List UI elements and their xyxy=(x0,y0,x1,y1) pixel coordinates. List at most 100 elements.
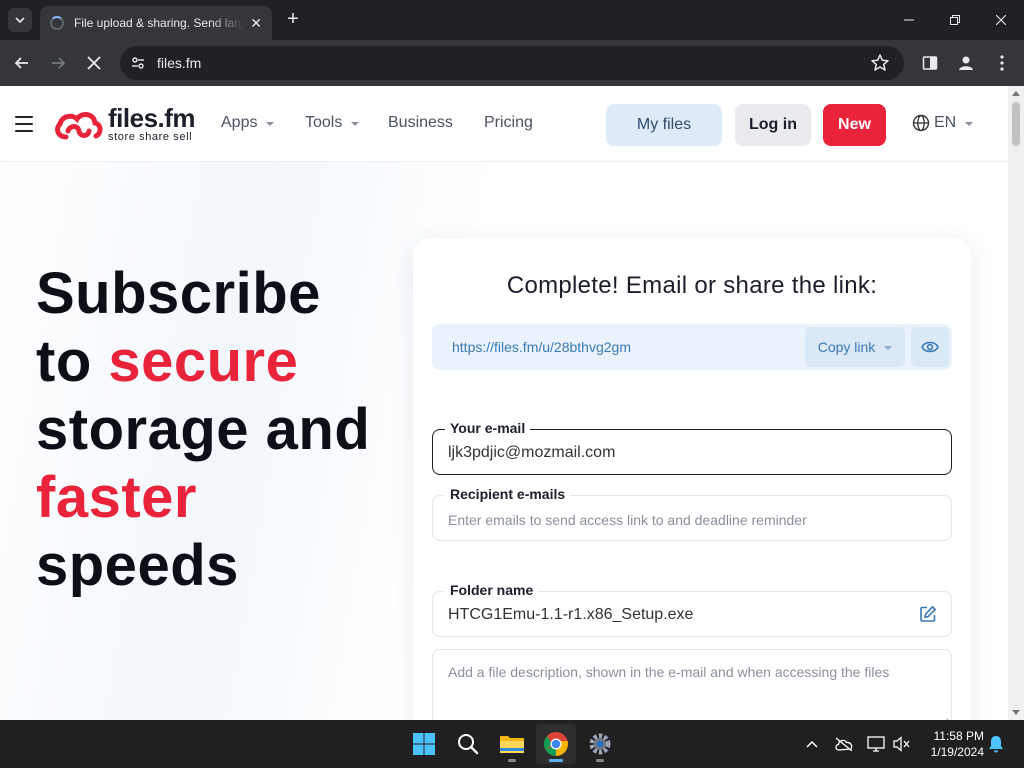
arrow-right-icon xyxy=(52,57,66,69)
hamburger-menu-icon[interactable] xyxy=(15,116,33,132)
hero-accent-secure: secure xyxy=(108,329,299,394)
chrome-taskbar-button[interactable] xyxy=(536,724,576,764)
onedrive-button[interactable] xyxy=(834,734,854,754)
new-upload-button[interactable]: New xyxy=(823,104,886,146)
address-bar[interactable]: files.fm xyxy=(120,46,904,80)
eye-icon xyxy=(921,341,939,353)
close-window-button[interactable] xyxy=(978,0,1024,40)
share-card: Complete! Email or share the link: https… xyxy=(413,238,971,720)
stop-loading-button[interactable] xyxy=(80,49,108,77)
clock-date: 1/19/2024 xyxy=(930,745,984,759)
restore-icon xyxy=(950,15,960,25)
nav-pricing[interactable]: Pricing xyxy=(484,114,533,132)
new-tab-button[interactable]: + xyxy=(282,8,304,32)
bell-icon xyxy=(989,736,1003,753)
start-button[interactable] xyxy=(404,724,444,764)
nav-apps-label: Apps xyxy=(221,114,258,131)
speaker-muted-icon xyxy=(893,736,910,752)
hero-accent-faster: faster xyxy=(36,465,197,530)
hero-line-3: storage and xyxy=(36,397,371,462)
side-panel-icon xyxy=(922,56,938,70)
network-button[interactable] xyxy=(866,734,886,754)
running-indicator xyxy=(508,759,516,762)
recipient-emails-label: Recipient e-mails xyxy=(445,486,571,502)
browser-tab[interactable]: File upload & sharing. Send large files … xyxy=(40,6,272,40)
hero-heading: Subscribe to secure storage and faster s… xyxy=(36,260,370,600)
nav-business[interactable]: Business xyxy=(388,114,453,132)
search-icon xyxy=(458,734,479,755)
clock-time: 11:58 PM xyxy=(933,729,984,743)
browser-tab-bar: File upload & sharing. Send large files … xyxy=(0,0,1024,40)
login-button[interactable]: Log in xyxy=(735,104,811,146)
page-scrollbar[interactable] xyxy=(1008,86,1024,720)
cloud-offline-icon xyxy=(835,737,853,751)
browser-toolbar: files.fm xyxy=(0,40,1024,86)
copy-link-label: Copy link xyxy=(817,339,876,355)
gear-icon xyxy=(589,733,611,755)
language-selector[interactable]: EN xyxy=(912,114,974,132)
network-icon xyxy=(867,736,885,752)
restore-button[interactable] xyxy=(932,0,978,40)
file-description-textarea[interactable]: Add a file description, shown in the e-m… xyxy=(432,649,952,720)
hero-line-1: Subscribe xyxy=(36,261,321,326)
taskbar-clock[interactable]: 11:58 PM 1/19/2024 xyxy=(922,728,984,760)
my-files-button[interactable]: My files xyxy=(606,104,722,146)
nav-tools-label: Tools xyxy=(305,114,343,131)
chevron-up-icon xyxy=(806,740,818,748)
caret-down-icon xyxy=(884,346,893,350)
profile-icon xyxy=(959,56,973,70)
nav-apps[interactable]: Apps xyxy=(221,114,275,132)
globe-icon xyxy=(912,114,930,132)
edit-icon[interactable] xyxy=(919,605,937,623)
hero-line-2: to secure xyxy=(36,328,370,396)
your-email-value: ljk3pdjic@mozmail.com xyxy=(448,444,616,461)
tab-title: File upload & sharing. Send large files xyxy=(74,16,244,30)
minimize-button[interactable] xyxy=(886,0,932,40)
file-description-placeholder: Add a file description, shown in the e-m… xyxy=(448,664,890,680)
site-header: files.fm store share sell Apps Tools Bus… xyxy=(0,86,1008,162)
nav-tools[interactable]: Tools xyxy=(305,114,360,132)
caret-down-icon xyxy=(266,122,275,126)
hero-line-2-prefix: to xyxy=(36,329,109,394)
settings-button[interactable] xyxy=(580,724,620,764)
back-button[interactable] xyxy=(8,49,36,77)
file-explorer-button[interactable] xyxy=(492,724,532,764)
folder-name-label: Folder name xyxy=(445,582,539,598)
your-email-field[interactable]: Your e-mail ljk3pdjic@mozmail.com xyxy=(432,420,952,475)
cloud-logo-icon xyxy=(55,111,103,139)
browser-menu-button[interactable] xyxy=(990,51,1014,75)
loading-spinner-icon xyxy=(50,16,64,30)
caret-down-icon xyxy=(351,122,360,126)
folder-name-field[interactable]: Folder name HTCG1Emu-1.1-r1.x86_Setup.ex… xyxy=(432,582,952,637)
tab-close-button[interactable]: ✕ xyxy=(250,15,262,32)
your-email-label: Your e-mail xyxy=(445,420,531,436)
close-icon xyxy=(996,15,1006,25)
windows-logo-icon xyxy=(413,733,435,755)
notifications-button[interactable] xyxy=(986,734,1006,754)
running-indicator xyxy=(596,759,604,762)
copy-link-button[interactable]: Copy link xyxy=(805,327,905,367)
chevron-down-icon xyxy=(15,17,25,24)
windows-taskbar: 11:58 PM 1/19/2024 xyxy=(0,720,1024,768)
volume-button[interactable] xyxy=(892,734,912,754)
forward-button[interactable] xyxy=(44,49,72,77)
preview-link-button[interactable] xyxy=(911,327,949,367)
active-indicator xyxy=(549,759,563,762)
share-card-title: Complete! Email or share the link: xyxy=(506,272,878,299)
site-logo[interactable]: files.fm store share sell xyxy=(52,103,196,143)
hero-line-5: speeds xyxy=(36,533,239,598)
scroll-down-arrow-icon[interactable] xyxy=(1012,710,1020,715)
site-info-icon[interactable] xyxy=(130,55,146,71)
share-link-box: https://files.fm/u/28bthvg2gm Copy link xyxy=(432,324,952,370)
taskbar-search-button[interactable] xyxy=(448,724,488,764)
logo-name: files.fm xyxy=(108,103,196,133)
scroll-thumb[interactable] xyxy=(1012,102,1020,146)
side-panel-button[interactable] xyxy=(918,51,942,75)
bookmark-star-icon[interactable] xyxy=(870,53,890,73)
recipient-emails-field[interactable]: Recipient e-mails Enter emails to send a… xyxy=(432,486,952,541)
scroll-up-arrow-icon[interactable] xyxy=(1012,91,1020,96)
tab-search-button[interactable] xyxy=(8,8,32,32)
show-hidden-icons-button[interactable] xyxy=(802,734,822,754)
share-link-url[interactable]: https://files.fm/u/28bthvg2gm xyxy=(452,339,631,355)
profile-button[interactable] xyxy=(954,51,978,75)
